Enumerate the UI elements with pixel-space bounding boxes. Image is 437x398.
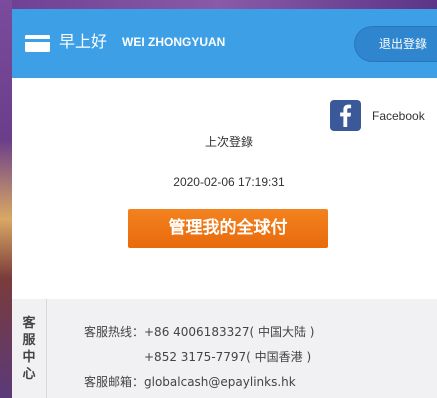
background-strip-top — [0, 0, 437, 9]
hotline-mainland: +86 4006183327( 中国大陆 ) — [144, 325, 315, 339]
facebook-link[interactable]: Facebook — [372, 108, 425, 124]
service-center-title: 客 服 中 心 — [12, 299, 47, 398]
logout-button[interactable]: 退出登錄 — [354, 26, 437, 62]
account-panel: 早上好 WEI ZHONGYUAN 退出登錄 Facebook 上次登錄 202… — [12, 9, 437, 398]
email-row: 客服邮箱：globalcash@epaylinks.hk — [84, 374, 296, 390]
card-icon — [25, 35, 50, 52]
hotline-label: 客服热线： — [84, 325, 145, 339]
panel-header: 早上好 WEI ZHONGYUAN 退出登錄 — [12, 9, 437, 78]
greeting-text: 早上好 — [59, 32, 108, 51]
facebook-icon[interactable] — [330, 100, 361, 131]
hotline-row-hk: +852 3175-7797( 中国香港 ) — [144, 349, 311, 365]
service-title-char: 中 — [22, 349, 36, 365]
background-strip-left — [0, 0, 12, 398]
email-link[interactable]: globalcash@epaylinks.hk — [144, 375, 296, 389]
hotline-row-mainland: 客服热线：+86 4006183327( 中国大陆 ) — [84, 324, 314, 340]
last-login-time: 2020-02-06 17:19:31 — [173, 175, 285, 189]
service-title-char: 心 — [22, 366, 36, 382]
hotline-hk: +852 3175-7797( 中国香港 ) — [144, 350, 312, 364]
service-title-char: 服 — [22, 332, 36, 348]
email-label: 客服邮箱： — [84, 375, 145, 389]
service-title-char: 客 — [22, 315, 36, 331]
manage-account-button[interactable]: 管理我的全球付 — [128, 209, 328, 248]
service-center: 客 服 中 心 客服热线：+86 4006183327( 中国大陆 ) +852… — [12, 299, 437, 398]
last-login-label: 上次登錄 — [204, 135, 253, 149]
username-text: WEI ZHONGYUAN — [122, 35, 226, 49]
